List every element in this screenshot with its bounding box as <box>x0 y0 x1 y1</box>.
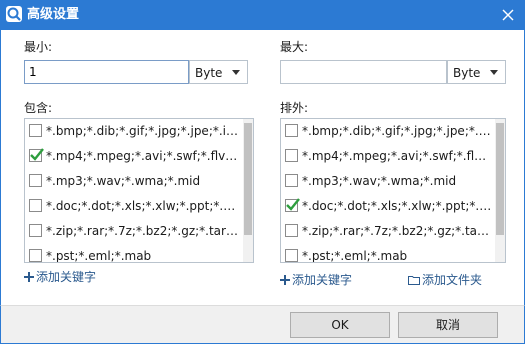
include-list[interactable]: *.bmp;*.dib;*.gif;*.jpg;*.jpe;*.ico;*...… <box>24 118 254 263</box>
include-checkbox-2[interactable] <box>29 174 42 187</box>
folder-icon <box>408 276 420 285</box>
include-add-keyword-text: 添加关键字 <box>36 270 97 284</box>
include-checkbox-3[interactable] <box>29 199 42 212</box>
include-item-text: *.pst;*.eml;*.mab <box>46 249 152 263</box>
exclude-item[interactable]: *.doc;*.dot;*.xls;*.xlw;*.ppt;*.docx... <box>281 194 505 219</box>
min-unit-value: Byte <box>195 66 223 80</box>
plus-icon <box>280 275 290 285</box>
include-item[interactable]: *.mp4;*.mpeg;*.avi;*.swf;*.flv;*.w... <box>25 144 253 169</box>
exclude-item-text: *.pst;*.eml;*.mab <box>302 249 408 263</box>
include-item-text: *.mp4;*.mpeg;*.avi;*.swf;*.flv;*.w... <box>46 149 240 163</box>
exclude-add-keyword-link[interactable]: 添加关键字 <box>280 273 352 287</box>
include-item-text: *.zip;*.rar;*.7z;*.bz2;*.gz;*.tar;*.cab <box>46 224 240 238</box>
title-bar: 高级设置 <box>0 0 525 30</box>
exclude-item[interactable]: *.mp4;*.mpeg;*.avi;*.swf;*.flv;*.w... <box>281 144 505 169</box>
chevron-down-icon <box>232 70 240 75</box>
include-item-text: *.doc;*.dot;*.xls;*.xlw;*.ppt;*.docx... <box>46 199 240 213</box>
exclude-checkbox-0[interactable] <box>285 124 298 137</box>
checkmark-icon <box>286 198 300 211</box>
include-scrollbar[interactable] <box>243 119 253 262</box>
max-label: 最大: <box>280 40 309 54</box>
plus-icon <box>24 272 34 282</box>
exclude-checkbox-1[interactable] <box>285 149 298 162</box>
exclude-item[interactable]: *.pst;*.eml;*.mab <box>281 244 505 263</box>
exclude-add-keyword-text: 添加关键字 <box>292 273 353 287</box>
exclude-item-text: *.doc;*.dot;*.xls;*.xlw;*.ppt;*.docx... <box>302 199 492 213</box>
include-item[interactable]: *.mp3;*.wav;*.wma;*.mid <box>25 169 253 194</box>
add-folder-text: 添加文件夹 <box>422 273 483 287</box>
chevron-down-icon <box>490 70 498 75</box>
include-add-keyword-link[interactable]: 添加关键字 <box>24 270 96 284</box>
max-unit-value: Byte <box>453 66 481 80</box>
add-folder-link[interactable]: 添加文件夹 <box>408 273 482 287</box>
exclude-item[interactable]: *.zip;*.rar;*.7z;*.bz2;*.gz;*.tar;*.cab <box>281 219 505 244</box>
include-checkbox-0[interactable] <box>29 124 42 137</box>
min-label: 最小: <box>24 40 53 54</box>
exclude-scroll-thumb[interactable] <box>496 123 504 235</box>
exclude-item-text: *.zip;*.rar;*.7z;*.bz2;*.gz;*.tar;*.cab <box>302 224 492 238</box>
window-title: 高级设置 <box>27 7 80 22</box>
include-checkbox-1[interactable] <box>29 148 44 162</box>
exclude-checkbox-3[interactable] <box>285 198 300 212</box>
exclude-item-text: *.mp4;*.mpeg;*.avi;*.swf;*.flv;*.w... <box>302 149 492 163</box>
include-item[interactable]: *.pst;*.eml;*.mab <box>25 244 253 263</box>
include-item-text: *.bmp;*.dib;*.gif;*.jpg;*.jpe;*.ico;*... <box>46 124 240 138</box>
include-checkbox-5[interactable] <box>29 249 42 262</box>
include-item-text: *.mp3;*.wav;*.wma;*.mid <box>46 174 201 188</box>
cancel-button[interactable]: 取消 <box>398 312 498 338</box>
include-checkbox-4[interactable] <box>29 224 42 237</box>
checkmark-icon <box>30 148 44 161</box>
ok-button[interactable]: OK <box>290 312 390 338</box>
close-icon <box>502 9 514 21</box>
include-item[interactable]: *.zip;*.rar;*.7z;*.bz2;*.gz;*.tar;*.cab <box>25 219 253 244</box>
exclude-item[interactable]: *.mp3;*.wav;*.wma;*.mid <box>281 169 505 194</box>
exclude-label: 排外: <box>280 101 309 115</box>
exclude-item[interactable]: *.bmp;*.dib;*.gif;*.jpg;*.jpe;*.ico;*... <box>281 119 505 144</box>
include-label: 包含: <box>24 101 53 115</box>
dialog-footer: OK 取消 <box>0 305 525 344</box>
exclude-checkbox-2[interactable] <box>285 174 298 187</box>
exclude-item-text: *.bmp;*.dib;*.gif;*.jpg;*.jpe;*.ico;*... <box>302 124 492 138</box>
exclude-checkbox-4[interactable] <box>285 224 298 237</box>
include-scroll-thumb[interactable] <box>244 123 252 235</box>
max-size-input[interactable] <box>280 60 447 84</box>
exclude-scrollbar[interactable] <box>495 119 505 262</box>
include-item[interactable]: *.doc;*.dot;*.xls;*.xlw;*.ppt;*.docx... <box>25 194 253 219</box>
min-unit-select[interactable]: Byte <box>189 60 248 84</box>
dialog-body: 最小: Byte 最大: Byte 包含: *.bmp;*.dib;*.gif;… <box>0 30 525 305</box>
exclude-list[interactable]: *.bmp;*.dib;*.gif;*.jpg;*.jpe;*.ico;*...… <box>280 118 506 263</box>
app-logo-icon <box>6 6 22 22</box>
include-item[interactable]: *.bmp;*.dib;*.gif;*.jpg;*.jpe;*.ico;*... <box>25 119 253 144</box>
min-size-input[interactable] <box>24 60 189 84</box>
exclude-item-text: *.mp3;*.wav;*.wma;*.mid <box>302 174 457 188</box>
close-button[interactable] <box>497 4 519 26</box>
max-unit-select[interactable]: Byte <box>447 60 506 84</box>
exclude-checkbox-5[interactable] <box>285 249 298 262</box>
